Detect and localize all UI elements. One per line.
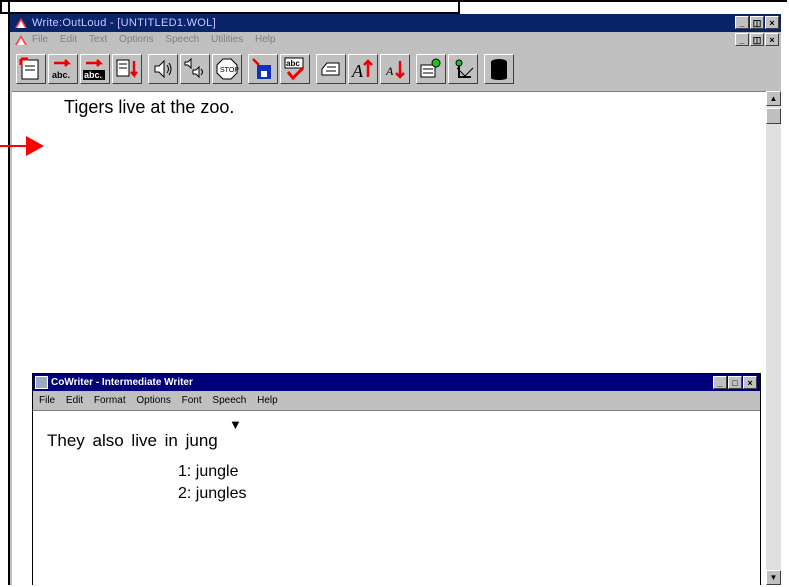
cowriter-title-bar: CoWriter - Intermediate Writer _ □ × xyxy=(33,374,760,391)
speak-sentence-button[interactable]: abc. xyxy=(80,54,110,84)
menu-file[interactable]: File xyxy=(32,32,48,48)
close-button[interactable]: × xyxy=(765,16,779,29)
vertical-scrollbar[interactable]: ▲ ▼ xyxy=(766,91,781,585)
homonym-button[interactable] xyxy=(416,54,446,84)
cowriter-menu-speech[interactable]: Speech xyxy=(212,392,246,410)
scroll-down-button[interactable]: ▼ xyxy=(766,570,781,585)
speak-paragraph-button[interactable] xyxy=(112,54,142,84)
svg-text:abc.: abc. xyxy=(84,70,102,80)
cowriter-menu-bar: File Edit Format Options Font Speech Hel… xyxy=(33,392,760,410)
document-text: Tigers live at the zoo. xyxy=(64,97,235,117)
speak-word-button[interactable]: abc. xyxy=(48,54,78,84)
cowriter-window: CoWriter - Intermediate Writer _ □ × Fil… xyxy=(32,373,761,587)
cowriter-title: CoWriter - Intermediate Writer xyxy=(51,377,193,388)
svg-text:abc.: abc. xyxy=(52,70,70,80)
caret-marker: ▼ xyxy=(229,417,242,432)
speaker-repeat-icon xyxy=(184,57,203,79)
cowriter-menu-format[interactable]: Format xyxy=(94,392,126,410)
stop-icon: STOP xyxy=(216,58,239,80)
new-doc-icon xyxy=(19,57,39,80)
speak-sentence-icon: abc. xyxy=(83,59,105,80)
menu-help[interactable]: Help xyxy=(255,32,276,48)
doc-restore-button[interactable]: ◫ xyxy=(750,33,764,46)
spell-check-button[interactable]: abc xyxy=(280,54,310,84)
speak-paragraph-icon xyxy=(116,59,138,79)
restore-button[interactable]: ◫ xyxy=(750,16,764,29)
menu-bar: File Edit Text Options Speech Utilities … xyxy=(10,32,781,48)
print-button[interactable] xyxy=(316,54,346,84)
app-icon xyxy=(15,18,27,28)
doc-minimize-button[interactable]: _ xyxy=(735,33,749,46)
trash-icon xyxy=(491,59,507,80)
save-button[interactable] xyxy=(248,54,278,84)
speak-selection-button[interactable] xyxy=(180,54,210,84)
cowriter-minimize-button[interactable]: _ xyxy=(713,376,727,389)
scroll-thumb[interactable] xyxy=(766,108,781,124)
title-bar: Write:OutLoud - [UNTITLED1.WOL] _ ◫ × xyxy=(10,14,781,32)
cowriter-menu-file[interactable]: File xyxy=(39,392,55,410)
cowriter-maximize-button[interactable]: □ xyxy=(728,376,742,389)
speak-button[interactable] xyxy=(148,54,178,84)
menu-text[interactable]: Text xyxy=(89,32,107,48)
homonym-icon xyxy=(420,58,441,78)
cowriter-button[interactable] xyxy=(448,54,478,84)
decrease-font-button[interactable]: A xyxy=(380,54,410,84)
printer-icon xyxy=(321,62,340,76)
cowriter-icon xyxy=(455,59,474,78)
scroll-up-button[interactable]: ▲ xyxy=(766,91,781,106)
document-icon xyxy=(15,35,27,45)
cowriter-menu-font[interactable]: Font xyxy=(182,392,202,410)
cowriter-menu-help[interactable]: Help xyxy=(257,392,278,410)
menu-edit[interactable]: Edit xyxy=(60,32,77,48)
window-title: Write:OutLoud - [UNTITLED1.WOL] xyxy=(32,17,216,29)
speaker-icon xyxy=(154,59,172,79)
stop-button[interactable]: STOP xyxy=(212,54,242,84)
cowriter-edit-area[interactable]: ▼ They also live in jung 1: jungle 2: ju… xyxy=(33,410,760,587)
font-up-icon: A xyxy=(351,59,373,81)
prediction-item-2[interactable]: 2: jungles xyxy=(178,485,247,503)
new-doc-button[interactable] xyxy=(16,54,46,84)
trash-button[interactable] xyxy=(484,54,514,84)
menu-options[interactable]: Options xyxy=(119,32,153,48)
font-down-icon: A xyxy=(385,61,405,79)
cowriter-menu-edit[interactable]: Edit xyxy=(66,392,83,410)
svg-text:STOP: STOP xyxy=(220,67,239,74)
svg-text:abc: abc xyxy=(286,59,300,68)
cowriter-text: They also live in jung xyxy=(47,431,218,450)
menu-speech[interactable]: Speech xyxy=(165,32,199,48)
cowriter-app-icon xyxy=(35,376,48,389)
save-icon xyxy=(252,58,271,79)
spell-check-icon: abc xyxy=(284,57,305,81)
cowriter-menu-options[interactable]: Options xyxy=(136,392,170,410)
speak-word-icon: abc. xyxy=(52,59,72,80)
doc-close-button[interactable]: × xyxy=(765,33,779,46)
red-pointer-arrow-icon xyxy=(0,136,44,156)
cowriter-close-button[interactable]: × xyxy=(743,376,757,389)
prediction-item-1[interactable]: 1: jungle xyxy=(178,463,239,481)
toolbar: abc. abc. STOP abc A A xyxy=(10,49,781,89)
menu-utilities[interactable]: Utilities xyxy=(211,32,243,48)
svg-text:A: A xyxy=(351,61,364,81)
minimize-button[interactable]: _ xyxy=(735,16,749,29)
increase-font-button[interactable]: A xyxy=(348,54,378,84)
svg-text:A: A xyxy=(385,64,394,78)
